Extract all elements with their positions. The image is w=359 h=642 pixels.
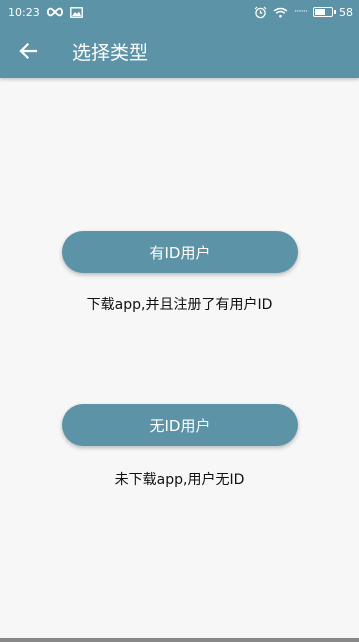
without-id-user-description: 未下载app,用户无ID xyxy=(114,472,245,488)
with-id-user-label: 有ID用户 xyxy=(149,243,211,262)
status-time: 10:23 xyxy=(8,5,40,19)
without-id-user-button[interactable]: 无ID用户 xyxy=(62,404,298,446)
status-bar-left: 10:23 xyxy=(8,6,83,19)
main-content: 有ID用户 下载app,并且注册了有用户ID 无ID用户 未下载app,用户无I… xyxy=(0,78,359,638)
back-button[interactable] xyxy=(4,27,52,75)
page-title: 选择类型 xyxy=(72,41,149,64)
battery-icon xyxy=(313,7,336,17)
battery-level: 58 xyxy=(339,5,353,19)
with-id-user-description: 下载app,并且注册了有用户ID xyxy=(86,297,273,313)
wifi-icon xyxy=(273,7,288,18)
with-id-user-button[interactable]: 有ID用户 xyxy=(62,231,298,273)
image-icon xyxy=(69,6,83,18)
without-id-user-label: 无ID用户 xyxy=(149,416,211,435)
bottom-edge-divider xyxy=(0,638,359,642)
signal-icon: ······· xyxy=(293,7,308,17)
alarm-icon xyxy=(254,6,267,19)
toolbar: 选择类型 xyxy=(0,24,359,78)
infinity-icon xyxy=(46,7,64,17)
arrow-left-icon xyxy=(19,42,38,60)
status-bar: 10:23 ······· 58 xyxy=(0,0,359,24)
status-bar-right: ······· 58 xyxy=(254,6,353,19)
